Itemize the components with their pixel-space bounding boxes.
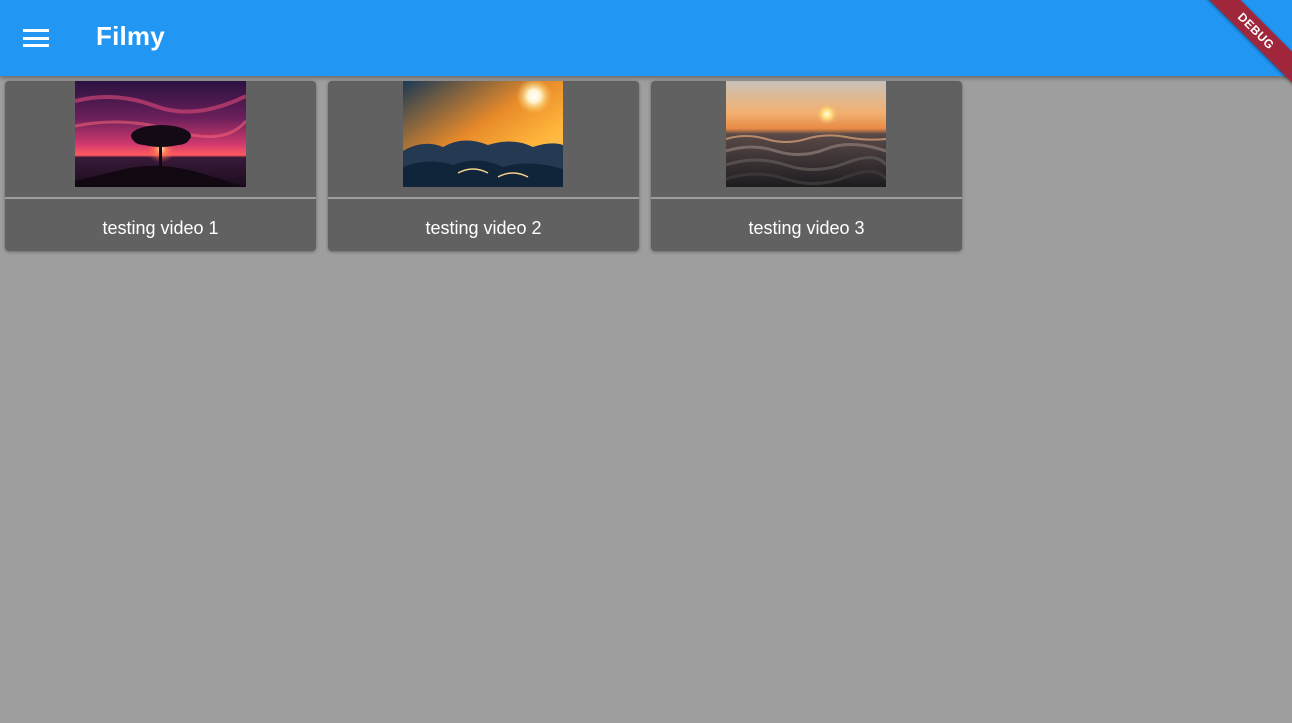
video-thumbnail-3 (726, 81, 886, 187)
video-card-2[interactable]: testing video 2 (328, 81, 639, 251)
video-title: testing video 3 (748, 218, 865, 238)
hamburger-menu-icon (23, 29, 49, 47)
video-thumbnail-area (651, 81, 962, 197)
video-thumbnail-1 (75, 81, 246, 187)
video-title: testing video 2 (425, 218, 542, 238)
video-title: testing video 1 (102, 218, 219, 238)
video-thumbnail-area (328, 81, 639, 197)
video-thumbnail-area (5, 81, 316, 197)
app-title: Filmy (96, 21, 165, 51)
video-grid: testing video 1 testing video 2 testing … (5, 81, 974, 251)
video-card-1[interactable]: testing video 1 (5, 81, 316, 251)
menu-button[interactable] (10, 14, 62, 62)
video-card-3[interactable]: testing video 3 (651, 81, 962, 251)
app-bar: Filmy (0, 0, 1292, 76)
video-thumbnail-2 (403, 81, 563, 187)
